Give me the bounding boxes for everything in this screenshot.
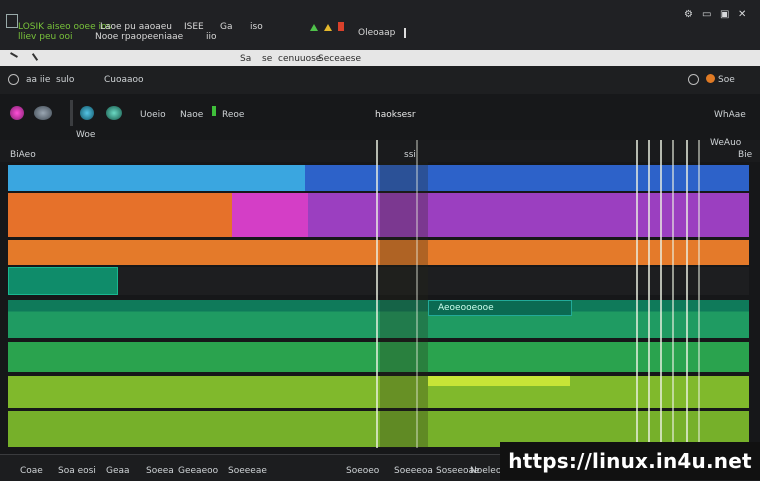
nav-arrow-icon-2[interactable]	[31, 53, 39, 61]
playhead[interactable]	[376, 140, 378, 448]
status-item-7[interactable]: Soeoeo	[346, 466, 379, 476]
marker-line-3[interactable]	[648, 140, 650, 448]
close-icon[interactable]: ✕	[738, 10, 746, 20]
color-teal-button[interactable]	[80, 106, 94, 120]
level-green-indicator	[212, 106, 216, 116]
window-subtitle: lliev peu ooi	[18, 32, 73, 42]
minimize-icon[interactable]: ▭	[702, 10, 711, 20]
status-item-8[interactable]: Soeeeoa	[394, 466, 433, 476]
ruler-right-top-label: WeAuo	[710, 138, 742, 148]
track-toolbar: Uoeio Naoe Reoe haoksesr WhAae Woe	[0, 94, 760, 140]
transport-toolbar: aa iie sulo Cuoaaoo Soe	[0, 66, 760, 95]
clip-purple[interactable]	[308, 193, 749, 237]
watermark-url: https://linux.in4u.net	[500, 442, 760, 480]
toolbar-label-2: sulo	[56, 75, 75, 85]
color-pink-button[interactable]	[10, 106, 24, 120]
menu-tools[interactable]: iso	[250, 22, 263, 32]
panel-title: haoksesr	[375, 110, 416, 120]
status-button[interactable]	[688, 74, 699, 85]
marker-line-1[interactable]	[416, 140, 418, 448]
color-cyan-button[interactable]	[106, 106, 122, 120]
menu-view[interactable]: Ga	[220, 22, 233, 32]
cursor-icon	[404, 28, 406, 38]
clip-orange[interactable]	[8, 193, 232, 237]
selection-band	[380, 162, 428, 448]
divider	[70, 100, 73, 126]
clip-blue-dark[interactable]	[305, 165, 749, 191]
ruler-left-label: BiAeo	[10, 150, 36, 160]
track-label-1: Uoeio	[140, 110, 166, 120]
status-item-6[interactable]: Soeeeae	[228, 466, 267, 476]
menu-file-sub[interactable]: Nooe rpaopeeniaae	[95, 32, 183, 42]
menu-edit[interactable]: ISEE	[184, 22, 204, 32]
menu-item-3[interactable]: cenuuose	[278, 54, 321, 64]
ruler-center-label: ssi	[404, 150, 416, 160]
color-gray-button[interactable]	[34, 106, 52, 120]
toolbar-label-1: aa iie	[26, 75, 51, 85]
ruler-right-label: Bie	[738, 150, 753, 160]
status-item-1[interactable]: Coae	[20, 466, 43, 476]
timeline-ruler[interactable]: BiAeo ssi WeAuo Bie	[0, 138, 760, 162]
settings-icon[interactable]: ⚙	[684, 10, 693, 20]
track-label-2: Naoe	[180, 110, 204, 120]
panel-right-label: WhAae	[714, 110, 746, 120]
marker-line-6[interactable]	[686, 140, 688, 448]
marker-line-4[interactable]	[660, 140, 662, 448]
track-label-3: Reoe	[222, 110, 245, 120]
title-bar: LOSIK aiseo ooee ios lliev peu ooi Laoe …	[0, 0, 760, 50]
lime-highlight-clip[interactable]	[428, 376, 570, 386]
window-title: LOSIK aiseo ooee ios	[18, 22, 112, 32]
warning-dot-icon	[706, 74, 715, 83]
record-button[interactable]	[8, 74, 19, 85]
main-menu-bar: Sa se cenuuose Seceaese	[0, 50, 760, 66]
clip-magenta[interactable]	[232, 193, 308, 237]
marker-line-2[interactable]	[636, 140, 638, 448]
status-item-4[interactable]: Soeea	[146, 466, 174, 476]
marker-line-7[interactable]	[698, 140, 700, 448]
menu-item-1[interactable]: Sa	[240, 54, 251, 64]
marker-line-5[interactable]	[672, 140, 674, 448]
clip-teal-short[interactable]	[8, 267, 118, 295]
menu-options[interactable]: Oleoaap	[358, 28, 395, 38]
status-item-2[interactable]: Soa eosi	[58, 466, 96, 476]
panel-sub-label: Woe	[76, 130, 96, 140]
flag-icon-red[interactable]	[338, 22, 344, 31]
app-icon	[6, 14, 18, 28]
flag-icon-yellow[interactable]	[324, 24, 332, 31]
status-item-5[interactable]: Geeaeoo	[178, 466, 218, 476]
toolbar-right-label: Soe	[718, 75, 735, 85]
clip-blue-light[interactable]	[8, 165, 305, 191]
status-item-3[interactable]: Geaa	[106, 466, 130, 476]
toolbar-label-3: Cuoaaoo	[104, 75, 144, 85]
menu-item-2[interactable]: se	[262, 54, 272, 64]
maximize-icon[interactable]: ▣	[720, 10, 729, 20]
flag-icon-green[interactable]	[310, 24, 318, 31]
menu-file[interactable]: Laoe pu aaoaeu	[100, 22, 172, 32]
nav-arrow-icon[interactable]	[10, 52, 18, 58]
teal-clip-label: Aeoeooeooe	[438, 303, 494, 313]
menu-edit-sub[interactable]: iio	[206, 32, 217, 42]
menu-item-4[interactable]: Seceaese	[318, 54, 361, 64]
